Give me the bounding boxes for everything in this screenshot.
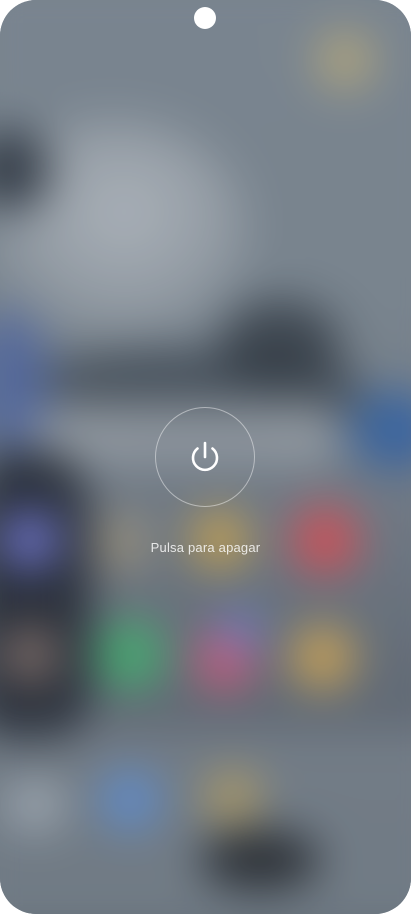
- power-off-button[interactable]: [155, 407, 255, 507]
- camera-cutout: [194, 7, 216, 29]
- power-off-screen: Pulsa para apagar: [0, 0, 411, 914]
- power-off-hint-label: Pulsa para apagar: [150, 540, 261, 555]
- power-icon: [191, 441, 219, 472]
